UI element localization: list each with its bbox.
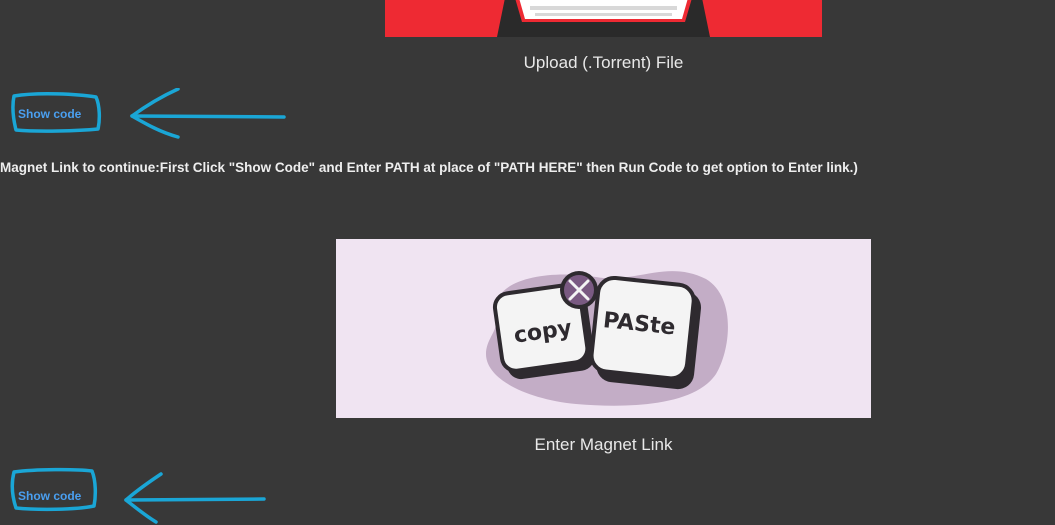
magnet-caption: Enter Magnet Link <box>534 435 673 454</box>
upload-torrent-image <box>385 0 822 37</box>
show-code-button[interactable]: Show code <box>18 489 81 503</box>
show-code-button[interactable]: Show code <box>18 107 81 121</box>
upload-caption: Upload (.Torrent) File <box>523 53 684 72</box>
copy-paste-image: copy PASte <box>336 239 871 418</box>
instruction-text: ter Magnet Link to continue:First Click … <box>0 160 858 175</box>
laptop-upload-icon <box>497 0 710 37</box>
copy-paste-keys-icon: copy PASte <box>486 271 728 406</box>
